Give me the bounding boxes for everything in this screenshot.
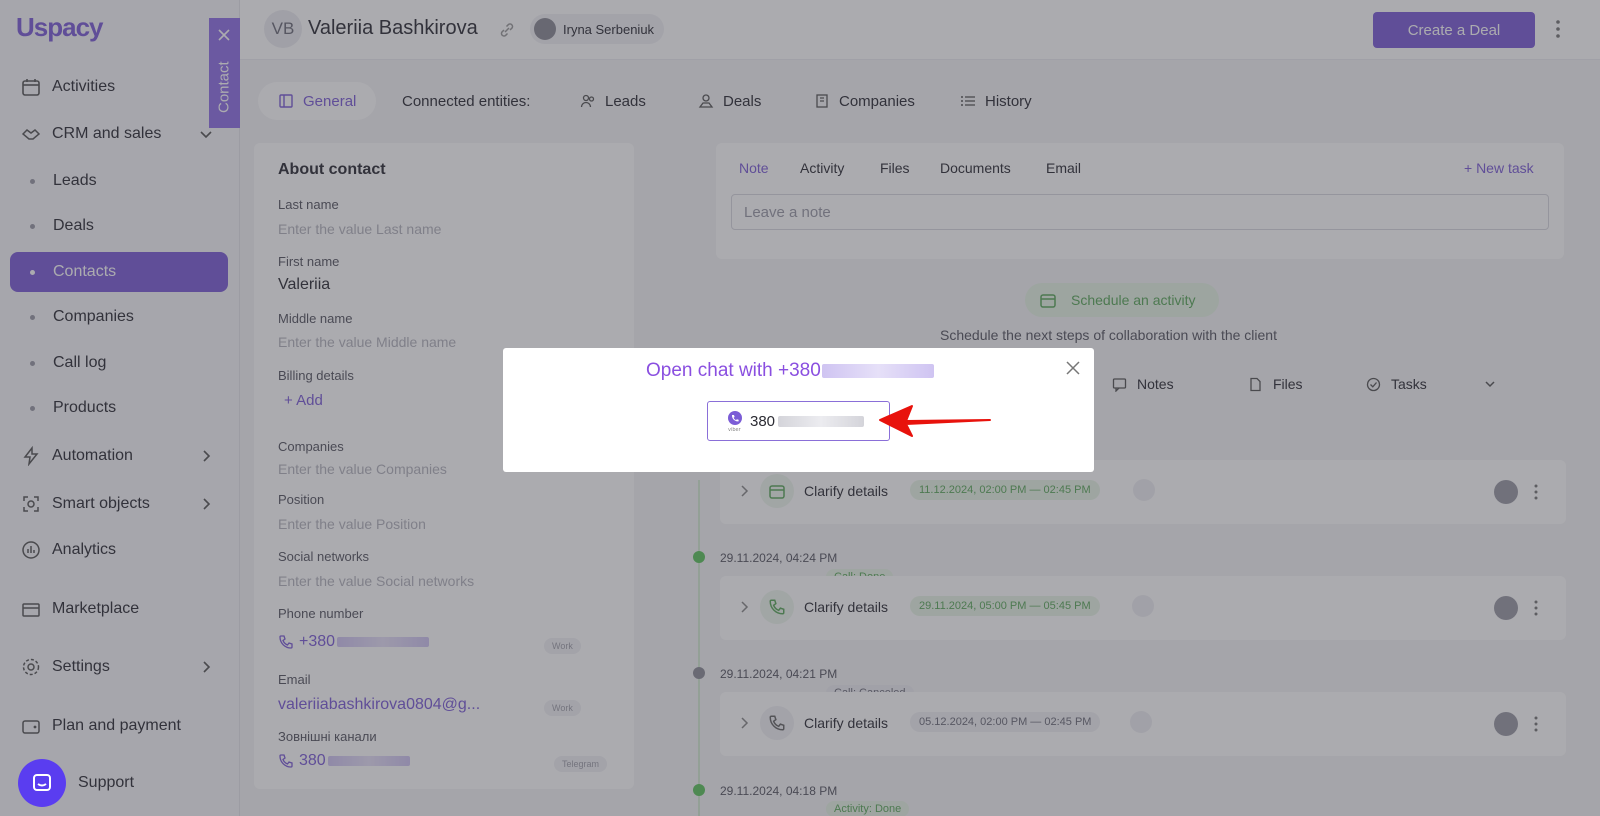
svg-text:viber: viber [728,427,742,432]
redacted-digits [778,415,865,427]
viber-chat-option[interactable]: viber 380 [707,401,890,441]
viber-icon: viber [728,411,742,432]
close-icon[interactable] [1065,360,1081,376]
red-arrow-annotation [879,405,991,437]
open-chat-modal: Open chat with +380 viber 380 [503,348,1094,472]
chat-option-value: 380 [750,412,776,430]
modal-title-text: Open chat with +380 [646,360,821,381]
support-chat-button[interactable] [18,759,66,807]
chat-bubble-icon [33,774,51,791]
modal-title: Open chat with +380 [646,360,934,382]
redacted-digits [821,364,934,378]
